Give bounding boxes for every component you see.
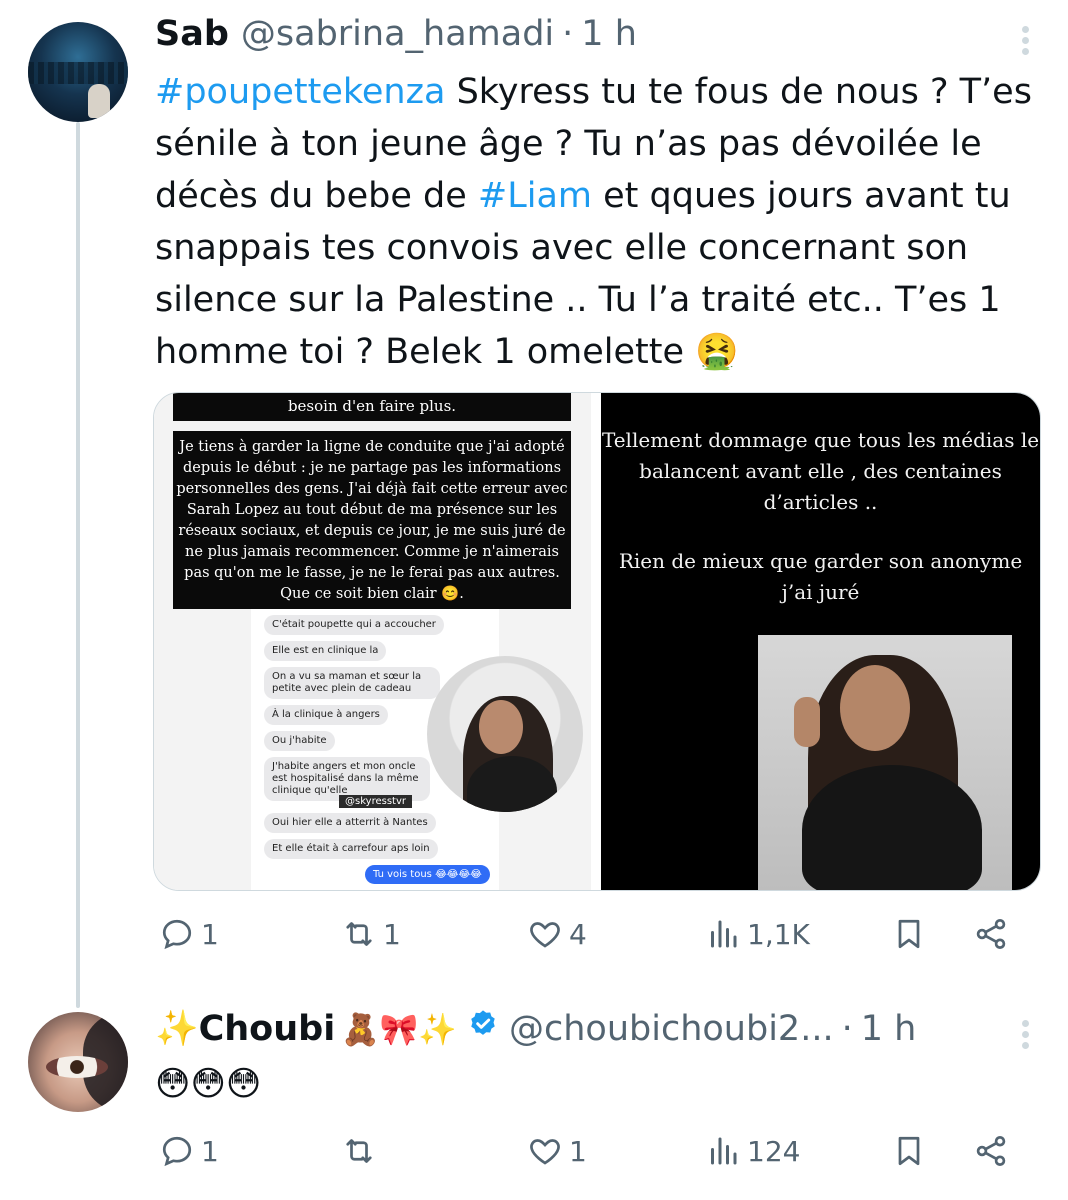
chat-bubble: Elle est en clinique la bbox=[264, 641, 387, 661]
avatar-eye bbox=[46, 1056, 108, 1078]
media-image-left[interactable]: besoin d'en faire plus. Je tiens à garde… bbox=[154, 393, 591, 890]
separator-dot: · bbox=[841, 1009, 853, 1049]
reply-author-name[interactable]: ✨Choubi bbox=[155, 1008, 335, 1049]
tweet-actions: 1 1 4 1,1K bbox=[155, 916, 1035, 966]
like-count: 1 bbox=[569, 1134, 587, 1168]
chat-bubble: C'était poupette qui a accoucher bbox=[264, 615, 444, 635]
author-name[interactable]: Sab bbox=[155, 14, 229, 54]
avatar[interactable] bbox=[28, 22, 128, 122]
more-options-icon[interactable] bbox=[1022, 22, 1030, 59]
photo-face bbox=[840, 665, 910, 751]
reply-button[interactable]: 1 bbox=[159, 1133, 219, 1169]
portrait-face bbox=[479, 700, 523, 754]
retweet-button[interactable]: 1 bbox=[341, 916, 401, 952]
reply-count: 1 bbox=[201, 1134, 219, 1168]
photo-jacket bbox=[802, 765, 982, 890]
reply-count: 1 bbox=[201, 917, 219, 951]
bookmark-button[interactable] bbox=[891, 1133, 927, 1169]
heart-icon bbox=[530, 922, 560, 948]
views-button[interactable]: 1,1K bbox=[705, 916, 810, 952]
reply-header: ✨Choubi 🧸🎀✨ @choubichoubi2... · 1 h bbox=[155, 1008, 916, 1049]
chat-bubble: Ou j'habite bbox=[264, 731, 335, 751]
like-count: 4 bbox=[569, 917, 587, 951]
chat-bubble: Et elle était à carrefour aps loin bbox=[264, 839, 438, 859]
photo-hand bbox=[794, 697, 820, 747]
like-button[interactable]: 1 bbox=[527, 1133, 587, 1169]
share-icon bbox=[976, 919, 1006, 949]
media-image-right[interactable]: Tellement dommage que tous les médias le… bbox=[601, 393, 1040, 890]
share-button[interactable] bbox=[973, 1133, 1009, 1169]
media-grid: besoin d'en faire plus. Je tiens à garde… bbox=[153, 392, 1041, 891]
story-text-1: Tellement dommage que tous les médias le… bbox=[601, 428, 1040, 514]
like-button[interactable]: 4 bbox=[527, 916, 587, 952]
reply-timestamp[interactable]: 1 h bbox=[861, 1009, 917, 1049]
retweet-button[interactable] bbox=[341, 1133, 383, 1169]
reply-icon bbox=[162, 919, 192, 950]
separator-dot: · bbox=[562, 14, 574, 54]
view-count: 1,1K bbox=[747, 917, 810, 951]
name-emojis: 🧸🎀✨ bbox=[341, 1012, 457, 1048]
media-gap bbox=[591, 393, 601, 890]
views-icon bbox=[711, 920, 737, 948]
reply-button[interactable]: 1 bbox=[159, 916, 219, 952]
reply-actions: 1 1 124 bbox=[155, 1133, 1035, 1183]
story-photo bbox=[758, 635, 1012, 890]
hashtag-poupettekenza[interactable]: #poupettekenza bbox=[155, 72, 445, 112]
bookmark-icon bbox=[898, 919, 920, 949]
avatar-figure bbox=[88, 84, 110, 118]
chat-bubble: Oui hier elle a atterrit à Nantes bbox=[264, 813, 436, 833]
chat-bubble-sent: Tu vois tous 😂😂😂😂 bbox=[365, 865, 490, 884]
reply-more-options-icon[interactable] bbox=[1022, 1016, 1030, 1053]
retweet-icon bbox=[346, 922, 372, 946]
chat-bubble: À la clinique à angers bbox=[264, 705, 388, 725]
tweet-text: #poupettekenza Skyress tu te fous de nou… bbox=[155, 66, 1055, 378]
handle-sticker: @skyresstvr bbox=[339, 795, 412, 808]
view-count: 124 bbox=[747, 1134, 801, 1168]
timestamp[interactable]: 1 h bbox=[581, 14, 637, 54]
views-icon bbox=[711, 1137, 737, 1165]
heart-icon bbox=[530, 1139, 560, 1165]
reply-icon bbox=[162, 1136, 192, 1167]
story-caption-top: besoin d'en faire plus. bbox=[173, 393, 571, 421]
share-icon bbox=[976, 1136, 1006, 1166]
story-statement: Je tiens à garder la ligne de conduite q… bbox=[173, 431, 571, 609]
author-handle[interactable]: @sabrina_hamadi bbox=[241, 14, 554, 54]
avatar-trees bbox=[28, 62, 128, 84]
reply-text: 😳😳😳 bbox=[155, 1064, 262, 1104]
portrait-circle bbox=[427, 656, 583, 812]
chat-bubble: On a vu sa maman et sœur la petite avec … bbox=[264, 667, 440, 699]
retweet-icon bbox=[346, 1139, 372, 1163]
share-button[interactable] bbox=[973, 916, 1009, 952]
story-text-2: Rien de mieux que garder son anonyme j’a… bbox=[618, 549, 1023, 604]
tweet-header: Sab @sabrina_hamadi · 1 h bbox=[155, 14, 637, 54]
retweet-count: 1 bbox=[383, 917, 401, 951]
hashtag-liam[interactable]: #Liam bbox=[478, 176, 592, 216]
views-button[interactable]: 124 bbox=[705, 1133, 800, 1169]
verified-badge-icon[interactable] bbox=[467, 1008, 499, 1040]
reply-avatar[interactable] bbox=[28, 1012, 128, 1112]
reply-author-handle[interactable]: @choubichoubi2... bbox=[509, 1009, 834, 1049]
bookmark-button[interactable] bbox=[891, 916, 927, 952]
bookmark-icon bbox=[898, 1136, 920, 1166]
thread-connector bbox=[76, 122, 80, 1008]
